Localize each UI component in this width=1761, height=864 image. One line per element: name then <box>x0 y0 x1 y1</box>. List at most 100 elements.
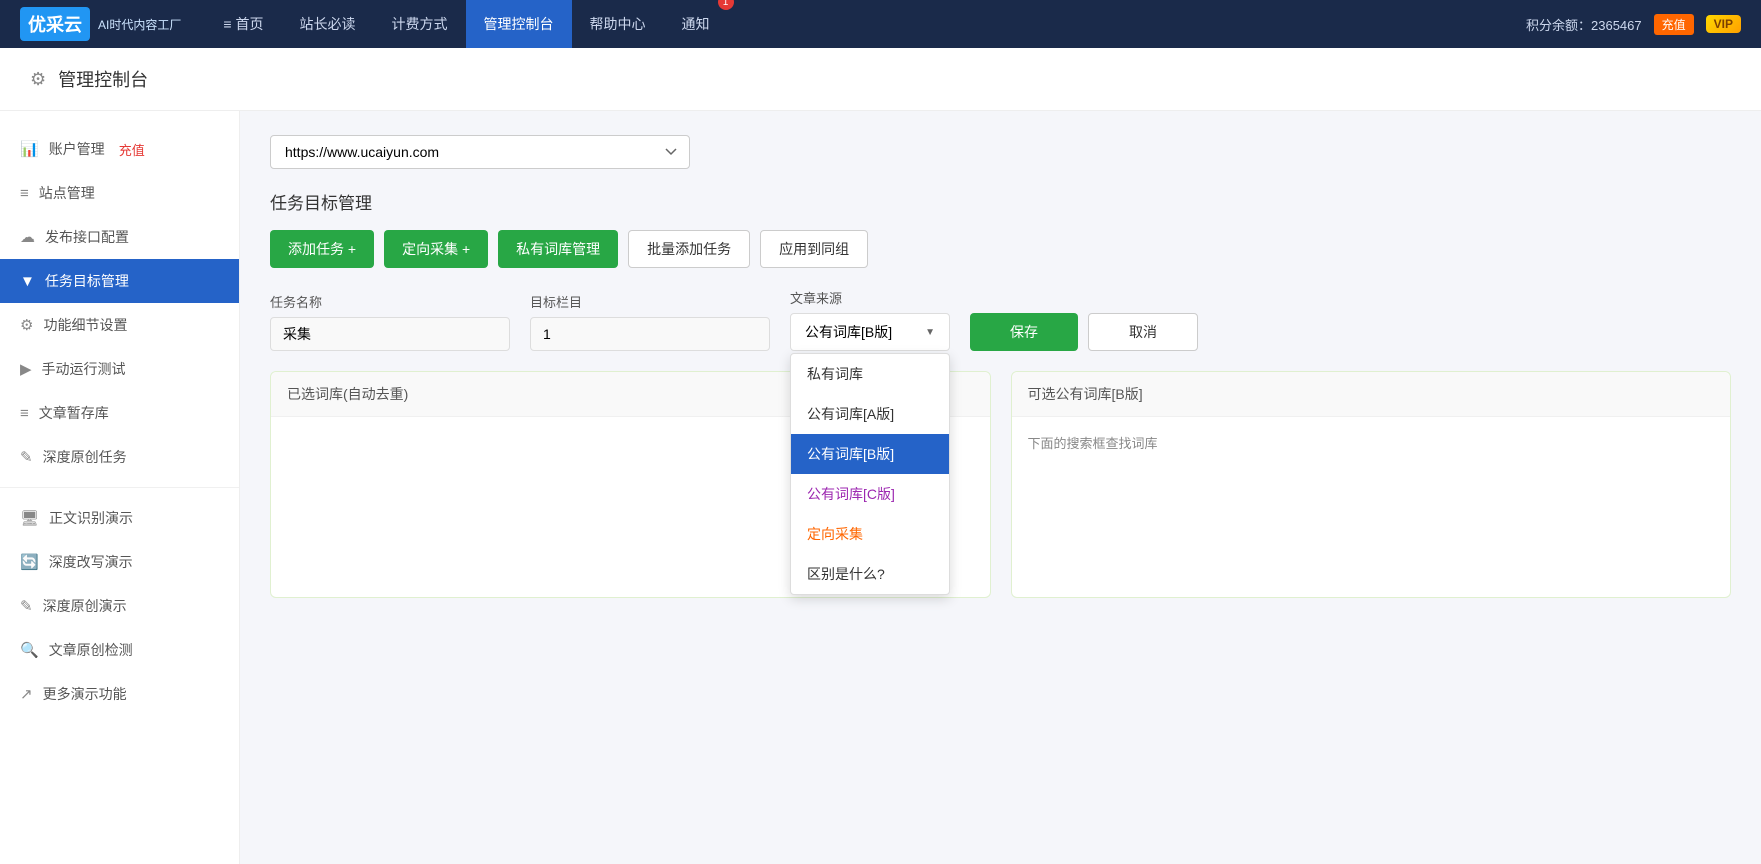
pen-icon: ✎ <box>20 597 33 615</box>
dropdown-publicB[interactable]: 公有词库[B版] <box>791 434 949 474</box>
cloud-icon: ☁ <box>20 228 35 246</box>
logo-area: 优采云 AI时代内容工厂 <box>20 7 181 41</box>
task-name-label: 任务名称 <box>270 292 510 311</box>
sidebar-label-draft: 文章暂存库 <box>39 403 109 423</box>
sidebar-item-deeprewrite[interactable]: 🔄 深度改写演示 <box>0 540 239 584</box>
cancel-button[interactable]: 取消 <box>1088 313 1198 351</box>
sidebar-label-moredemo: 更多演示功能 <box>43 684 127 704</box>
action-bar: 添加任务 + 定向采集 + 私有词库管理 批量添加任务 应用到同组 <box>270 230 1731 268</box>
sidebar-label-deeprewrite: 深度改写演示 <box>49 552 133 572</box>
nav-pricing[interactable]: 计费方式 <box>374 0 466 48</box>
private-library-button[interactable]: 私有词库管理 <box>498 230 618 268</box>
sidebar-label-tasks: 任务目标管理 <box>45 271 129 291</box>
filter-icon: ▼ <box>20 273 35 290</box>
target-col-label: 目标栏目 <box>530 292 770 311</box>
sidebar-item-sites[interactable]: ≡ 站点管理 <box>0 171 239 215</box>
sidebar-divider <box>0 487 239 488</box>
sidebar-label-deeporigdemo: 深度原创演示 <box>43 596 127 616</box>
chart-icon: 📊 <box>20 140 39 158</box>
directed-collect-button[interactable]: 定向采集 + <box>384 230 488 268</box>
sidebar-label-publish: 发布接口配置 <box>45 227 129 247</box>
site-select[interactable]: https://www.ucaiyun.com <box>270 135 690 169</box>
gear-icon: ⚙ <box>20 316 33 334</box>
sidebar-item-tasks[interactable]: ▼ 任务目标管理 <box>0 259 239 303</box>
nav-items: ≡ 首页 站长必读 计费方式 管理控制台 帮助中心 通知 1 <box>205 0 1526 48</box>
dropdown-publicC[interactable]: 公有词库[C版] <box>791 474 949 514</box>
source-select-wrap: 公有词库[B版] ▼ 私有词库 公有词库[A版] 公有词库[B版] 公有词库[C… <box>790 313 950 351</box>
nav-help[interactable]: 帮助中心 <box>572 0 664 48</box>
settings-icon: ⚙ <box>30 69 46 90</box>
sidebar-label-textrecog: 正文识别演示 <box>49 508 133 528</box>
recharge-link[interactable]: 充值 <box>119 140 145 159</box>
sidebar: 📊 账户管理 充值 ≡ 站点管理 ☁ 发布接口配置 ▼ 任务目标管理 ⚙ 功能细… <box>0 111 240 864</box>
chevron-down-icon: ▼ <box>925 327 935 338</box>
sidebar-label-plagcheck: 文章原创检测 <box>49 640 133 660</box>
sidebar-label-sites: 站点管理 <box>39 183 95 203</box>
sidebar-item-settings[interactable]: ⚙ 功能细节设置 <box>0 303 239 347</box>
available-library-panel: 可选公有词库[B版] 下面的搜索框查找词库 <box>1011 371 1732 598</box>
sidebar-item-deeporiginal[interactable]: ✎ 深度原创任务 <box>0 435 239 479</box>
source-dropdown-menu: 私有词库 公有词库[A版] 公有词库[B版] 公有词库[C版] 定向采集 区别是… <box>790 353 950 595</box>
sidebar-item-deeporigdemo[interactable]: ✎ 深度原创演示 <box>0 584 239 628</box>
monitor-icon: 🖥 <box>20 509 39 527</box>
save-button[interactable]: 保存 <box>970 313 1078 351</box>
points-label: 积分余额：2365467 <box>1526 15 1642 34</box>
refresh-icon: 🔄 <box>20 553 39 571</box>
source-select-button[interactable]: 公有词库[B版] ▼ <box>790 313 950 351</box>
edit-icon: ✎ <box>20 448 33 466</box>
nav-webmaster[interactable]: 站长必读 <box>282 0 374 48</box>
available-library-body: 下面的搜索框查找词库 <box>1012 417 1731 597</box>
sidebar-item-account[interactable]: 📊 账户管理 充值 <box>0 127 239 171</box>
task-name-group: 任务名称 <box>270 292 510 351</box>
notification-badge: 1 <box>718 0 734 10</box>
site-selector-wrap: https://www.ucaiyun.com <box>270 135 1731 169</box>
panels-row: 已选词库(自动去重) 可选公有词库[B版] 下面的搜索框查找词库 <box>270 371 1731 598</box>
section-title: 任务目标管理 <box>270 189 1731 214</box>
main-content-area: https://www.ucaiyun.com 任务目标管理 添加任务 + 定向… <box>240 111 1761 864</box>
nav-notifications[interactable]: 通知 1 <box>664 0 728 48</box>
sidebar-label-manual: 手动运行测试 <box>42 359 126 379</box>
task-name-input[interactable] <box>270 317 510 351</box>
logo-subtitle: AI时代内容工厂 <box>98 16 181 33</box>
arrow-icon: ↗ <box>20 685 33 703</box>
sidebar-item-manual[interactable]: ▶ 手动运行测试 <box>0 347 239 391</box>
search-icon: 🔍 <box>20 641 39 659</box>
home-list-icon: ≡ <box>223 16 231 32</box>
play-icon: ▶ <box>20 360 32 378</box>
source-selected-text: 公有词库[B版] <box>805 322 892 342</box>
target-col-group: 目标栏目 <box>530 292 770 351</box>
logo-text: 优采云 <box>20 7 90 41</box>
draft-icon: ≡ <box>20 405 29 422</box>
batch-add-button[interactable]: 批量添加任务 <box>628 230 750 268</box>
page-title: 管理控制台 <box>58 66 148 92</box>
sites-icon: ≡ <box>20 185 29 202</box>
sidebar-item-draft[interactable]: ≡ 文章暂存库 <box>0 391 239 435</box>
dropdown-diff[interactable]: 区别是什么? <box>791 554 949 594</box>
nav-right-area: 积分余额：2365467 充值 VIP <box>1526 14 1741 35</box>
source-group: 文章来源 公有词库[B版] ▼ 私有词库 公有词库[A版] 公有词库[B版] 公… <box>790 288 950 351</box>
available-library-header: 可选公有词库[B版] <box>1012 372 1731 417</box>
page-header: ⚙ 管理控制台 <box>0 48 1761 111</box>
sidebar-item-publish[interactable]: ☁ 发布接口配置 <box>0 215 239 259</box>
panel-hint: 下面的搜索框查找词库 <box>1028 436 1158 451</box>
sidebar-label-settings: 功能细节设置 <box>43 315 127 335</box>
form-actions: 保存 取消 <box>970 313 1198 351</box>
dropdown-directed[interactable]: 定向采集 <box>791 514 949 554</box>
sidebar-label-deeporiginal: 深度原创任务 <box>43 447 127 467</box>
source-label: 文章来源 <box>790 288 950 307</box>
target-col-input[interactable] <box>530 317 770 351</box>
sidebar-item-plagcheck[interactable]: 🔍 文章原创检测 <box>0 628 239 672</box>
nav-dashboard[interactable]: 管理控制台 <box>466 0 572 48</box>
sidebar-item-moredemo[interactable]: ↗ 更多演示功能 <box>0 672 239 716</box>
dropdown-private[interactable]: 私有词库 <box>791 354 949 394</box>
nav-home[interactable]: ≡ 首页 <box>205 0 281 48</box>
apply-group-button[interactable]: 应用到同组 <box>760 230 868 268</box>
main-layout: 📊 账户管理 充值 ≡ 站点管理 ☁ 发布接口配置 ▼ 任务目标管理 ⚙ 功能细… <box>0 111 1761 864</box>
sidebar-item-textrecog[interactable]: 🖥 正文识别演示 <box>0 496 239 540</box>
dropdown-publicA[interactable]: 公有词库[A版] <box>791 394 949 434</box>
add-task-button[interactable]: 添加任务 + <box>270 230 374 268</box>
vip-badge: VIP <box>1706 15 1741 33</box>
top-navigation: 优采云 AI时代内容工厂 ≡ 首页 站长必读 计费方式 管理控制台 帮助中心 通… <box>0 0 1761 48</box>
recharge-button[interactable]: 充值 <box>1654 14 1694 35</box>
task-form-row: 任务名称 目标栏目 文章来源 公有词库[B版] ▼ 私有词库 公有词库[A <box>270 288 1731 351</box>
